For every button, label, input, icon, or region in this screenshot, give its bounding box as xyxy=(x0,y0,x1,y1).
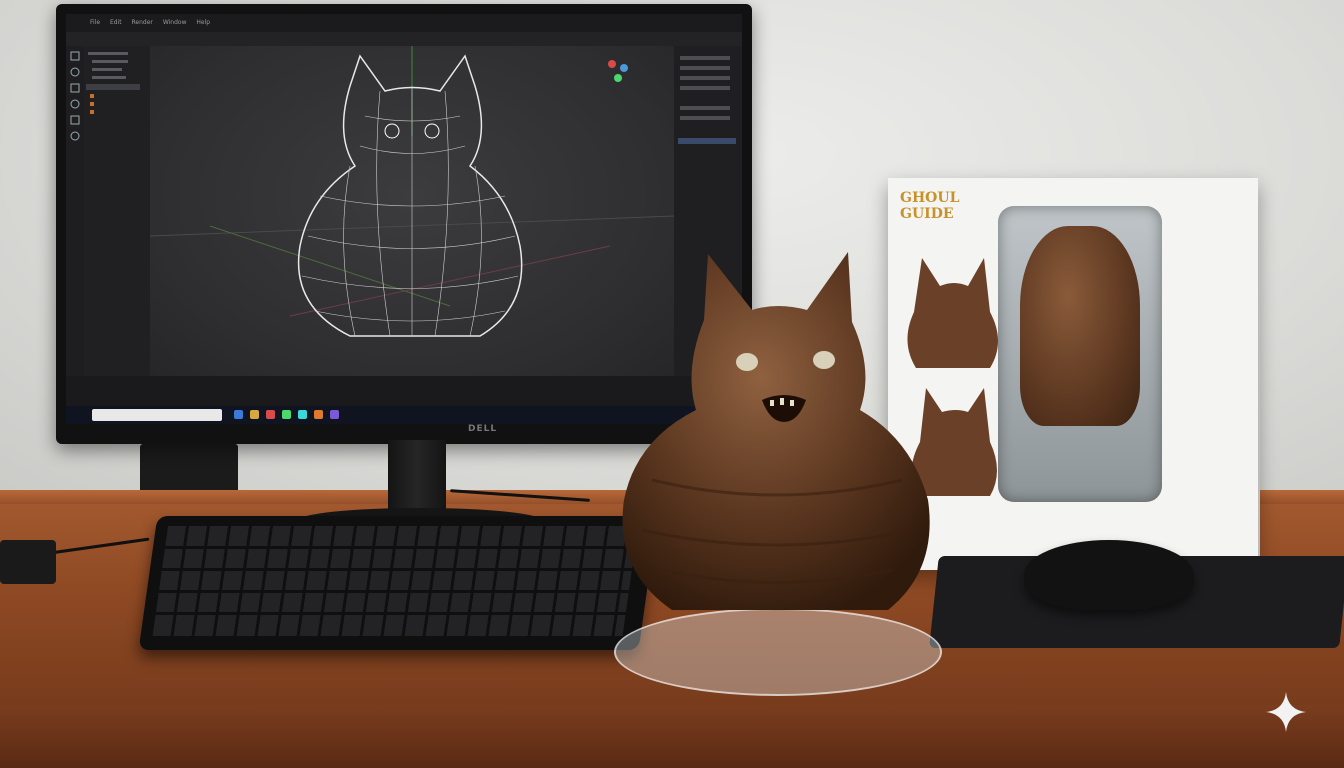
wireframe-model xyxy=(149,46,675,337)
tool-icons[interactable] xyxy=(66,46,84,166)
taskbar-app-icon[interactable] xyxy=(234,410,243,419)
desk-front-edge xyxy=(0,705,1344,768)
outliner-panel[interactable] xyxy=(84,46,150,386)
menu-item-help[interactable]: Help xyxy=(196,19,210,26)
monitor-stand xyxy=(388,440,446,516)
power-adapter xyxy=(0,540,56,584)
axis-gizmo-icon[interactable] xyxy=(604,56,634,86)
menu-item-render[interactable]: Render xyxy=(132,19,153,26)
brand-line-1: GHOUL xyxy=(900,190,960,206)
keyboard-keys xyxy=(152,526,639,636)
taskbar-app-icon[interactable] xyxy=(314,410,323,419)
taskbar-app-icon[interactable] xyxy=(282,410,291,419)
tool-column[interactable] xyxy=(66,46,84,386)
ghoul-figure xyxy=(622,252,930,610)
brand-line-2: GUIDE xyxy=(900,206,954,222)
outliner-rows[interactable] xyxy=(84,46,150,146)
taskbar-app-icon[interactable] xyxy=(298,410,307,419)
menu-item-edit[interactable]: Edit xyxy=(110,19,122,26)
taskbar-app-icon[interactable] xyxy=(266,410,275,419)
monitor-logo: DELL xyxy=(468,424,498,434)
sparkle-icon xyxy=(1266,692,1306,732)
taskbar-app-icon[interactable] xyxy=(330,410,339,419)
menu-item-window[interactable]: Window xyxy=(163,19,187,26)
menu-item-file[interactable]: File xyxy=(90,19,100,26)
app-menu-bar: File Edit Render Window Help xyxy=(66,14,742,32)
box-figure-inside xyxy=(1020,226,1140,426)
computer-mouse xyxy=(1024,540,1194,610)
taskbar-search-input[interactable] xyxy=(92,409,222,421)
box-window xyxy=(998,206,1162,502)
keyboard xyxy=(138,516,658,650)
box-brand-logo: GHOUL GUIDE xyxy=(900,190,960,240)
3d-viewport[interactable] xyxy=(149,46,675,376)
taskbar-app-icon[interactable] xyxy=(250,410,259,419)
properties-rows[interactable] xyxy=(674,46,742,246)
app-toolbar xyxy=(66,32,742,46)
